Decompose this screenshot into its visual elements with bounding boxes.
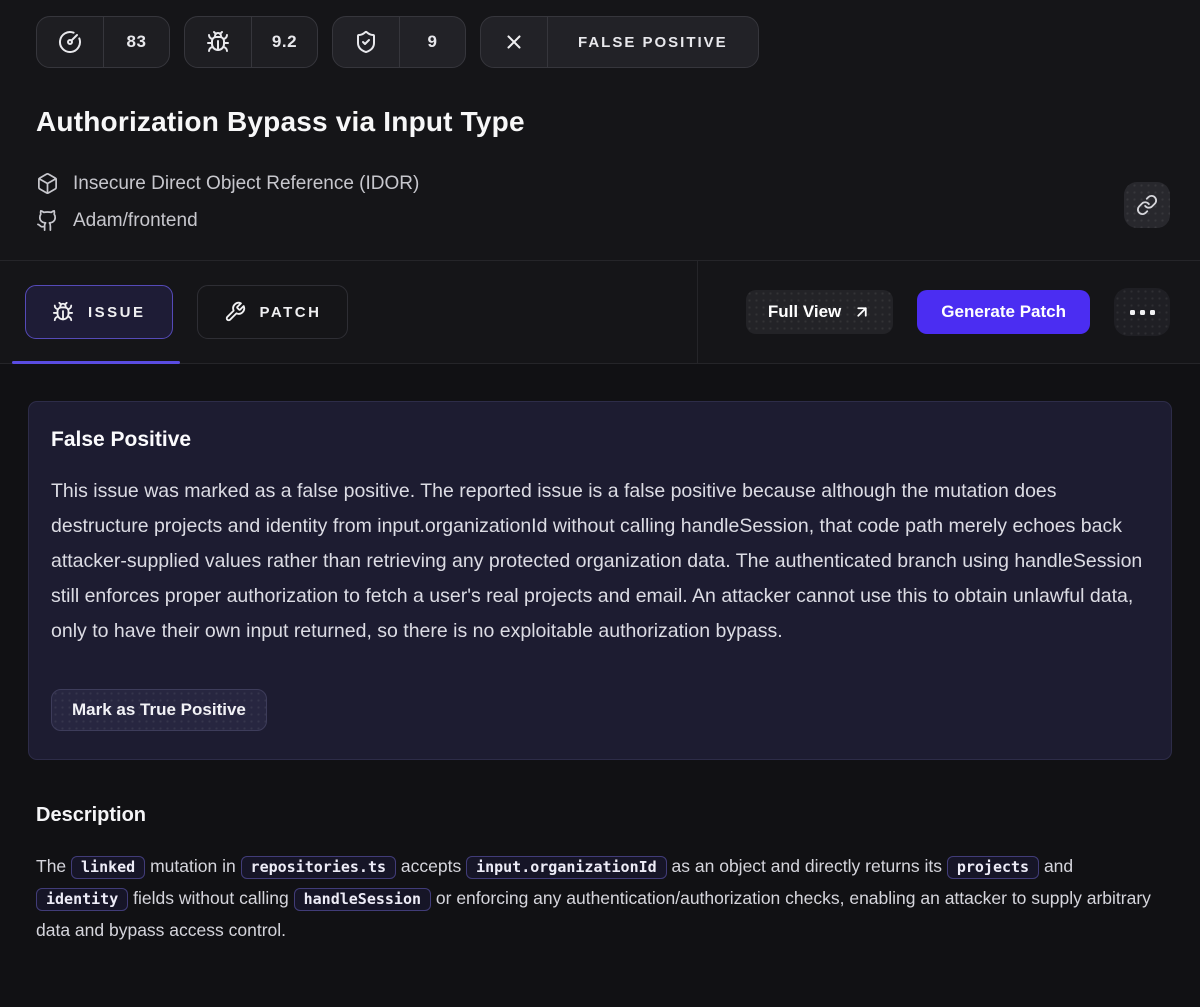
issue-header: 83 9.2 9 [0, 0, 1200, 260]
shield-value: 9 [399, 17, 465, 67]
copy-link-button[interactable] [1124, 182, 1170, 228]
full-view-button[interactable]: Full View [746, 290, 893, 334]
inline-code-chip: linked [71, 856, 145, 879]
ellipsis-icon [1130, 310, 1155, 315]
description-text: The [36, 856, 71, 876]
generate-patch-button[interactable]: Generate Patch [917, 290, 1090, 334]
shield-badge[interactable]: 9 [332, 16, 466, 68]
active-tab-indicator [12, 361, 180, 364]
description-text: fields without calling [128, 888, 293, 908]
severity-badge[interactable]: 9.2 [184, 16, 318, 68]
inline-code-chip: repositories.ts [241, 856, 396, 879]
false-positive-label: FALSE POSITIVE [547, 17, 758, 67]
description-text: accepts [396, 856, 466, 876]
description-text: and [1039, 856, 1073, 876]
tab-strip: ISSUE PATCH [0, 261, 698, 363]
meta-block: Insecure Direct Object Reference (IDOR) … [36, 172, 1164, 260]
inline-code-chip: projects [947, 856, 1039, 879]
score-value: 83 [103, 17, 169, 67]
tab-patch-label: PATCH [260, 304, 322, 321]
x-icon [481, 17, 547, 67]
toolbar-actions: Full View Generate Patch [698, 261, 1200, 363]
repository-row: Adam/frontend [36, 209, 1164, 232]
tab-issue-label: ISSUE [88, 304, 146, 321]
shield-check-icon [333, 17, 399, 67]
bug-icon [185, 17, 251, 67]
vulnerability-type-label: Insecure Direct Object Reference (IDOR) [73, 173, 419, 195]
vulnerability-type-row: Insecure Direct Object Reference (IDOR) [36, 172, 1164, 195]
false-positive-card-body: This issue was marked as a false positiv… [51, 474, 1149, 649]
description-text: as an object and directly returns its [667, 856, 947, 876]
description-text: mutation in [145, 856, 240, 876]
false-positive-card: False Positive This issue was marked as … [28, 401, 1172, 760]
inline-code-chip: input.organizationId [466, 856, 667, 879]
issue-content: False Positive This issue was marked as … [0, 364, 1200, 946]
tab-patch[interactable]: PATCH [197, 285, 349, 339]
tab-issue[interactable]: ISSUE [25, 285, 173, 339]
false-positive-card-title: False Positive [51, 428, 1149, 452]
more-options-button[interactable] [1114, 288, 1170, 336]
toolbar: ISSUE PATCH Full View Generate Patch [0, 260, 1200, 364]
wrench-icon [224, 301, 246, 323]
description-body: The linked mutation in repositories.ts a… [36, 851, 1164, 946]
severity-value: 9.2 [251, 17, 317, 67]
box-icon [36, 172, 59, 195]
github-icon [36, 209, 59, 232]
link-icon [1136, 194, 1158, 216]
description-section: Description The linked mutation in repos… [28, 760, 1172, 946]
score-badge[interactable]: 83 [36, 16, 170, 68]
mark-true-positive-button[interactable]: Mark as True Positive [51, 689, 267, 731]
repository-label: Adam/frontend [73, 210, 198, 232]
arrow-up-right-icon [853, 303, 871, 321]
score-badge-row: 83 9.2 9 [36, 16, 1164, 68]
inline-code-chip: handleSession [294, 888, 431, 911]
gauge-icon [37, 17, 103, 67]
full-view-label: Full View [768, 302, 841, 322]
false-positive-badge[interactable]: FALSE POSITIVE [480, 16, 759, 68]
description-heading: Description [36, 804, 1164, 827]
inline-code-chip: identity [36, 888, 128, 911]
page-title: Authorization Bypass via Input Type [36, 106, 1164, 138]
bug-icon [52, 301, 74, 323]
